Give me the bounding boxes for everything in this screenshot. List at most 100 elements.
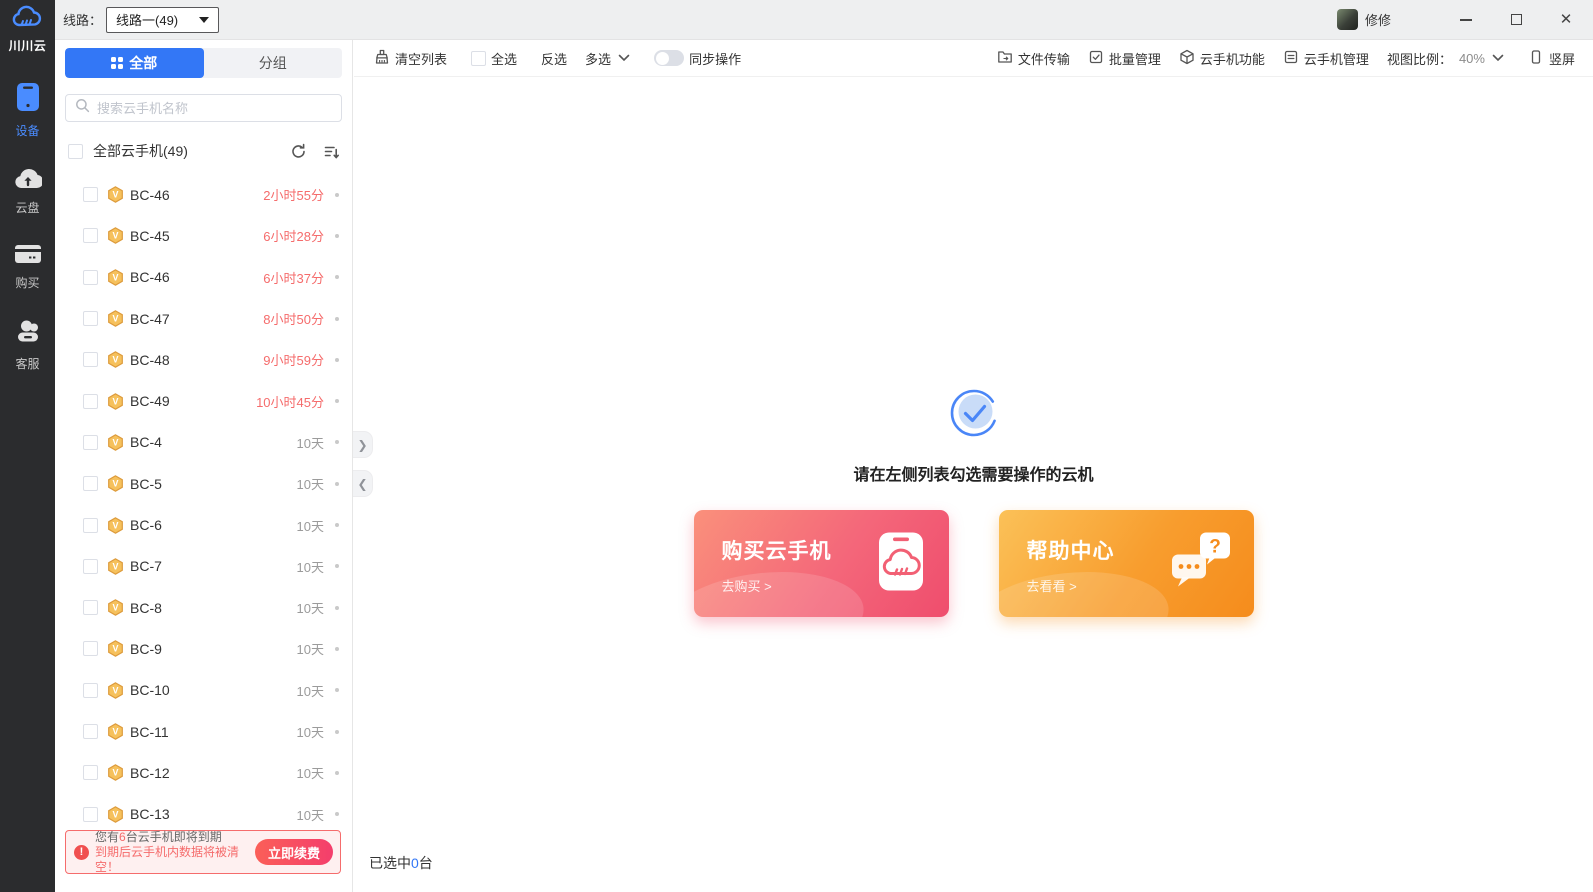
device-status-dot [335, 399, 339, 403]
vip-badge-icon: V [107, 517, 124, 534]
portrait-mode-button[interactable]: 竖屏 [1528, 49, 1575, 68]
svg-text:V: V [113, 231, 119, 241]
phone-functions-button[interactable]: 云手机功能 [1179, 49, 1265, 68]
device-checkbox[interactable] [83, 187, 98, 202]
svg-text:V: V [113, 438, 119, 448]
select-all-devices-checkbox[interactable] [68, 144, 83, 159]
vip-badge-icon: V [107, 764, 124, 781]
device-row[interactable]: V BC-47 8小时50分 [55, 298, 352, 339]
svg-text:V: V [113, 809, 119, 819]
close-button[interactable]: ✕ [1549, 6, 1583, 34]
toolbar: 清空列表 全选 反选 多选 同步操作 [354, 40, 1593, 77]
device-row[interactable]: V BC-5 10天 [55, 463, 352, 504]
device-row[interactable]: V BC-46 6小时37分 [55, 257, 352, 298]
tab-groups[interactable]: 分组 [204, 48, 343, 78]
file-transfer-button[interactable]: 文件传输 [997, 49, 1070, 68]
device-expiry: 10天 [297, 639, 324, 658]
maximize-button[interactable] [1499, 6, 1533, 34]
svg-text:V: V [113, 190, 119, 200]
device-checkbox[interactable] [83, 683, 98, 698]
nav-rail: 川川云 设备 云盘 [0, 0, 55, 892]
device-checkbox[interactable] [83, 311, 98, 326]
sync-operation-toggle[interactable] [654, 50, 684, 66]
logo-text: 川川云 [9, 37, 47, 54]
device-expiry: 10天 [297, 598, 324, 617]
renew-now-button[interactable]: 立即续费 [255, 839, 333, 865]
svg-text:V: V [113, 272, 119, 282]
chevron-down-icon [618, 54, 630, 62]
rail-item-label: 设备 [15, 122, 39, 139]
device-checkbox[interactable] [83, 559, 98, 574]
vip-badge-icon: V [107, 682, 124, 699]
device-checkbox[interactable] [83, 476, 98, 491]
invert-select-button[interactable]: 反选 [541, 49, 567, 68]
rail-item-purchase[interactable]: 购买 [14, 244, 42, 291]
device-row[interactable]: V BC-9 10天 [55, 628, 352, 669]
device-expiry: 2小时55分 [263, 185, 324, 204]
sort-list-icon[interactable] [323, 143, 340, 160]
rail-item-devices[interactable]: 设备 [15, 82, 41, 139]
minimize-icon [1460, 19, 1472, 21]
svg-text:V: V [113, 644, 119, 654]
clear-list-button[interactable]: 清空列表 [374, 49, 447, 68]
refresh-icon[interactable] [290, 143, 307, 160]
vip-badge-icon: V [107, 186, 124, 203]
device-row[interactable]: V BC-8 10天 [55, 587, 352, 628]
phone-manage-button[interactable]: 云手机管理 [1283, 49, 1369, 68]
warning-icon: ! [74, 845, 89, 860]
minimize-button[interactable] [1449, 6, 1483, 34]
device-checkbox[interactable] [83, 600, 98, 615]
device-checkbox[interactable] [83, 807, 98, 822]
rail-item-support[interactable]: 客服 [15, 319, 41, 372]
device-row[interactable]: V BC-12 10天 [55, 752, 352, 793]
device-checkbox[interactable] [83, 518, 98, 533]
device-name: BC-4 [130, 434, 162, 450]
help-center-card[interactable]: 帮助中心 去看看 > ? [999, 510, 1254, 617]
svg-text:V: V [113, 396, 119, 406]
panel-collapse-handle[interactable]: ❮ [353, 470, 373, 497]
device-row[interactable]: V BC-7 10天 [55, 546, 352, 587]
device-row[interactable]: V BC-48 9小时59分 [55, 339, 352, 380]
device-checkbox[interactable] [83, 765, 98, 780]
line-select-dropdown[interactable]: 线路一(49) [106, 7, 219, 33]
user-avatar[interactable] [1337, 9, 1358, 30]
device-list: V BC-46 2小时55分 V [55, 174, 352, 836]
device-checkbox[interactable] [83, 352, 98, 367]
multi-select-dropdown[interactable]: 多选 [585, 49, 630, 68]
device-checkbox[interactable] [83, 270, 98, 285]
device-list-header: 全部云手机(49) [68, 141, 340, 161]
view-scale-value: 40% [1459, 51, 1485, 66]
device-checkbox[interactable] [83, 724, 98, 739]
batch-manage-button[interactable]: 批量管理 [1088, 49, 1161, 68]
select-all-checkbox[interactable] [471, 51, 486, 66]
panel-expand-handle[interactable]: ❯ [353, 431, 373, 458]
device-row[interactable]: V BC-4 10天 [55, 422, 352, 463]
main-area: 清空列表 全选 反选 多选 同步操作 [354, 40, 1593, 892]
device-row[interactable]: V BC-46 2小时55分 [55, 174, 352, 215]
tab-all[interactable]: 全部 [65, 48, 204, 78]
vip-badge-icon: V [107, 640, 124, 657]
rail-item-cloud-disk[interactable]: 云盘 [14, 167, 42, 216]
device-checkbox[interactable] [83, 641, 98, 656]
device-row[interactable]: V BC-45 6小时28分 [55, 215, 352, 256]
rail-item-label: 云盘 [15, 199, 39, 216]
device-checkbox[interactable] [83, 435, 98, 450]
device-checkbox[interactable] [83, 394, 98, 409]
buy-cloud-phone-card[interactable]: 购买云手机 去购买 > [694, 510, 949, 617]
search-input[interactable] [97, 101, 332, 116]
rail-item-label: 购买 [15, 274, 39, 291]
device-tabs: 全部 分组 [65, 48, 342, 78]
device-row[interactable]: V BC-49 10小时45分 [55, 380, 352, 421]
phone-icon [15, 82, 41, 117]
app-window: 川川云 设备 云盘 [0, 0, 1593, 892]
device-checkbox[interactable] [83, 228, 98, 243]
svg-text:V: V [113, 768, 119, 778]
device-expiry: 10天 [297, 805, 324, 824]
device-row[interactable]: V BC-10 10天 [55, 670, 352, 711]
view-scale-dropdown[interactable]: 视图比例： 40% [1387, 49, 1504, 68]
chevron-down-icon [1492, 54, 1504, 62]
device-name: BC-5 [130, 476, 162, 492]
device-row[interactable]: V BC-11 10天 [55, 711, 352, 752]
select-all-control[interactable]: 全选 [471, 49, 517, 68]
device-row[interactable]: V BC-6 10天 [55, 504, 352, 545]
